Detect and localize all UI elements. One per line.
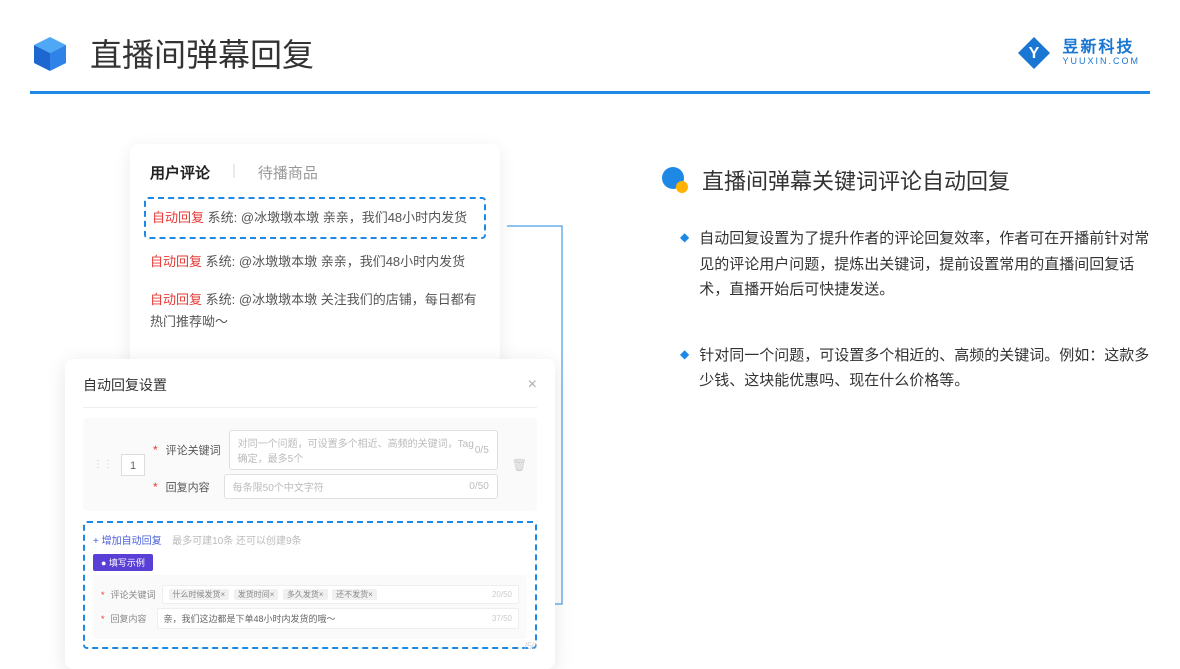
header-left: 直播间弹幕回复 [30,30,314,76]
page-title: 直播间弹幕回复 [90,30,314,76]
example-content-value: 亲，我们这边都是下单48小时内发货的哦～ [164,612,336,625]
stray-counter: /50 [524,641,537,651]
comment-card: 用户评论 | 待播商品 自动回复 系统: @冰墩墩本墩 亲亲，我们48小时内发货… [130,144,500,381]
comment-row: 自动回复 系统: @冰墩墩本墩 关注我们的店铺，每日都有热门推荐呦～ [150,281,480,341]
required-star: * [153,443,158,457]
add-hint: 最多可建10条 还可以创建9条 [172,536,301,547]
auto-reply-badge: 自动回复 [150,254,202,269]
settings-header: 自动回复设置 × [83,375,537,408]
content-placeholder: 每条限50个中文字符 [233,479,324,494]
tag-chip[interactable]: 什么时候发货× [169,589,230,600]
rule-form-block: ⋮⋮ 1 * 评论关键词 对同一个问题，可设置多个相近、高频的关键词，Tag确定… [83,418,537,511]
keyword-input[interactable]: 对同一个问题，可设置多个相近、高频的关键词，Tag确定，最多5个 0/5 [229,430,498,470]
keyword-placeholder: 对同一个问题，可设置多个相近、高频的关键词，Tag确定，最多5个 [238,435,475,465]
required-star: * [101,614,105,624]
example-body: * 评论关键词 什么时候发货× 发货时间× 多久发货× 还不发货× 20/50 [93,575,527,639]
comment-text: @冰墩墩本墩 亲亲，我们48小时内发货 [239,254,465,269]
rule-index: 1 [121,454,145,476]
tab-user-comments[interactable]: 用户评论 [150,162,210,183]
keyword-counter: 0/5 [475,445,489,456]
logo-diamond-icon: Y [1016,35,1052,71]
auto-reply-badge: 自动回复 [152,210,204,225]
system-label: 系统: [208,210,238,225]
brand-logo: Y 昱新科技 YUUXIN.COM [1016,35,1140,71]
tag-chip[interactable]: 还不发货× [332,589,377,600]
content-label: 回复内容 [166,479,216,495]
bullet-item: ◆ 针对同一个问题，可设置多个相近的、高频的关键词。例如：这款多少钱、这块能优惠… [660,343,1150,394]
cube-icon [30,33,70,73]
section-title: 直播间弹幕关键词评论自动回复 [702,164,1010,196]
drag-handle-icon[interactable]: ⋮⋮ [93,459,113,470]
auto-reply-settings-panel: 自动回复设置 × ⋮⋮ 1 * 评论关键词 对同一个问题，可设置多个相近、高频的… [65,359,555,669]
auto-reply-badge: 自动回复 [150,292,202,307]
page-header: 直播间弹幕回复 Y 昱新科技 YUUXIN.COM [0,0,1180,91]
tag-chip[interactable]: 发货时间× [234,589,279,600]
section-heading: 直播间弹幕关键词评论自动回复 [660,164,1150,196]
comment-row-highlight: 自动回复 系统: @冰墩墩本墩 亲亲，我们48小时内发货 [144,197,486,239]
diamond-bullet-icon: ◆ [680,230,689,303]
required-star: * [101,590,105,600]
brand-name-en: YUUXIN.COM [1062,57,1140,67]
system-label: 系统: [206,254,236,269]
diamond-bullet-icon: ◆ [680,347,689,394]
example-keyword-input[interactable]: 什么时候发货× 发货时间× 多久发货× 还不发货× 20/50 [162,585,519,604]
comment-text: @冰墩墩本墩 亲亲，我们48小时内发货 [241,210,467,225]
bullet-text: 自动回复设置为了提升作者的评论回复效率，作者可在开播前针对常见的评论用户问题，提… [699,226,1150,303]
example-highlight: + 增加自动回复 最多可建10条 还可以创建9条 ● 填写示例 * 评论关键词 … [83,521,537,649]
example-keyword-label: 评论关键词 [111,588,156,601]
tab-pending-products[interactable]: 待播商品 [258,162,318,183]
trash-icon[interactable]: 🗑 [512,458,527,472]
bullet-item: ◆ 自动回复设置为了提升作者的评论回复效率，作者可在开播前针对常见的评论用户问题… [660,226,1150,303]
comment-tabs: 用户评论 | 待播商品 [150,162,480,183]
chat-bubble-icon [660,165,690,195]
svg-text:Y: Y [1029,45,1040,62]
content-counter: 0/50 [469,481,488,492]
example-content-label: 回复内容 [111,612,151,625]
tag-chip[interactable]: 多久发货× [283,589,328,600]
content-input[interactable]: 每条限50个中文字符 0/50 [224,474,498,499]
example-tags: 什么时候发货× 发货时间× 多久发货× 还不发货× [169,589,379,600]
keyword-label: 评论关键词 [166,442,221,458]
example-content-input[interactable]: 亲，我们这边都是下单48小时内发货的哦～ 37/50 [157,608,519,629]
description-column: 直播间弹幕关键词评论自动回复 ◆ 自动回复设置为了提升作者的评论回复效率，作者可… [660,144,1150,669]
brand-name-cn: 昱新科技 [1062,39,1140,57]
close-icon[interactable]: × [528,376,537,394]
tab-separator: | [232,162,236,183]
settings-title: 自动回复设置 [83,375,167,395]
system-label: 系统: [206,292,236,307]
comment-row: 自动回复 系统: @冰墩墩本墩 亲亲，我们48小时内发货 [150,243,480,281]
example-content-counter: 37/50 [492,614,512,623]
demo-column: 用户评论 | 待播商品 自动回复 系统: @冰墩墩本墩 亲亲，我们48小时内发货… [30,144,570,669]
bullet-text: 针对同一个问题，可设置多个相近的、高频的关键词。例如：这款多少钱、这块能优惠吗、… [699,343,1150,394]
add-auto-reply-link[interactable]: + 增加自动回复 [93,532,162,547]
example-keyword-counter: 20/50 [492,590,512,599]
required-star: * [153,480,158,494]
example-badge: ● 填写示例 [93,554,153,571]
